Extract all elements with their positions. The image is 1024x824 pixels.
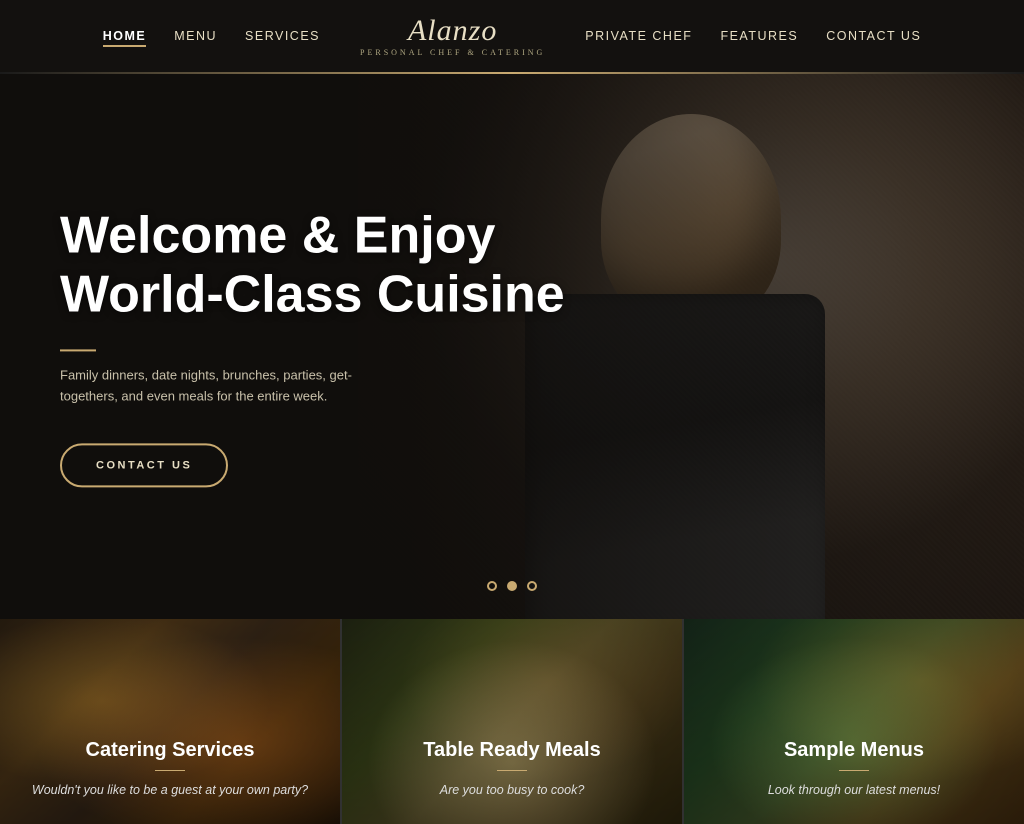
card-divider-2 (497, 770, 527, 772)
brand-tagline: PERSONAL CHEF & CATERING (360, 48, 545, 57)
cards-row: Catering Services Wouldn't you like to b… (0, 619, 1024, 824)
dot-1[interactable] (487, 581, 497, 591)
hero-content: Welcome & Enjoy World-Class Cuisine Fami… (60, 206, 565, 487)
nav-private-chef[interactable]: PRIVATE CHEF (585, 25, 692, 47)
navbar: HOME MENU SERVICES Alanzo PERSONAL CHEF … (0, 0, 1024, 72)
card-divider-3 (839, 770, 869, 772)
brand-name: Alanzo (360, 16, 545, 46)
nav-contact[interactable]: CONTACT US (826, 25, 921, 47)
card-divider-1 (155, 770, 185, 772)
card-table-meals[interactable]: Table Ready Meals Are you too busy to co… (342, 619, 684, 824)
nav-services[interactable]: SERVICES (245, 25, 320, 47)
card-content-1: Catering Services Wouldn't you like to b… (0, 719, 340, 824)
card-desc-3: Look through our latest menus! (708, 781, 1000, 800)
dot-3[interactable] (527, 581, 537, 591)
hero-cta-button[interactable]: CONTACT US (60, 443, 228, 487)
card-desc-2: Are you too busy to cook? (366, 781, 658, 800)
card-title-1: Catering Services (24, 739, 316, 762)
slider-dots (487, 581, 537, 591)
card-title-3: Sample Menus (708, 739, 1000, 762)
card-catering[interactable]: Catering Services Wouldn't you like to b… (0, 619, 342, 824)
card-content-3: Sample Menus Look through our latest men… (684, 719, 1024, 824)
nav-right: PRIVATE CHEF FEATURES CONTACT US (585, 25, 921, 47)
nav-home[interactable]: HOME (103, 25, 147, 47)
hero-subtitle: Family dinners, date nights, brunches, p… (60, 366, 400, 408)
card-desc-1: Wouldn't you like to be a guest at your … (24, 781, 316, 800)
nav-left: HOME MENU SERVICES (103, 25, 320, 47)
card-content-2: Table Ready Meals Are you too busy to co… (342, 719, 682, 824)
hero-section: Welcome & Enjoy World-Class Cuisine Fami… (0, 74, 1024, 619)
logo[interactable]: Alanzo PERSONAL CHEF & CATERING (360, 16, 545, 57)
card-sample-menus[interactable]: Sample Menus Look through our latest men… (684, 619, 1024, 824)
dot-2[interactable] (507, 581, 517, 591)
hero-divider (60, 350, 96, 352)
nav-menu[interactable]: MENU (174, 25, 217, 47)
card-title-2: Table Ready Meals (366, 739, 658, 762)
nav-features[interactable]: FEATURES (720, 25, 798, 47)
hero-title: Welcome & Enjoy World-Class Cuisine (60, 206, 565, 326)
